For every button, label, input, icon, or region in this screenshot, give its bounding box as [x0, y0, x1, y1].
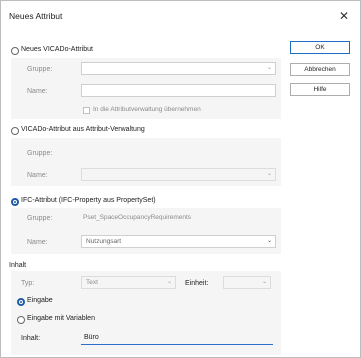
chevron-down-icon: ⌄	[261, 279, 267, 285]
ok-button[interactable]: OK	[290, 41, 350, 54]
radio-existing-vicado-attribute[interactable]	[11, 127, 19, 135]
ifc-group-value: Pset_SpaceOccupancyRequirements	[83, 214, 192, 221]
radio-ifc-attribute[interactable]	[11, 198, 19, 206]
ifc-name-label: Name:	[27, 239, 48, 246]
radio-input[interactable]	[17, 298, 25, 306]
radio-input-with-variables-label: Eingabe mit Variablen	[27, 315, 95, 322]
type-value: Text	[86, 279, 98, 286]
radio-ifc-attribute-label: IFC-Attribut (IFC-Property aus PropertyS…	[21, 197, 156, 204]
radio-existing-vicado-attribute-label: VICADo-Attribut aus Attribut-Verwaltung	[21, 126, 145, 133]
unit-select[interactable]: ⌄	[223, 276, 271, 289]
radio-new-vicado-attribute[interactable]	[11, 47, 19, 55]
new-name-input[interactable]	[81, 84, 276, 97]
help-button[interactable]: Hilfe	[290, 83, 350, 96]
existing-group-label: Gruppe:	[27, 150, 53, 157]
radio-input-label: Eingabe	[27, 297, 53, 304]
chevron-down-icon: ⌄	[266, 65, 272, 71]
ifc-name-select[interactable]: Nutzungsart ⌄	[81, 235, 276, 248]
title-bar: Neues Attribut ✕	[1, 1, 360, 31]
value-label: Inhalt:	[21, 335, 41, 342]
adopt-in-attribute-management-checkbox[interactable]	[83, 107, 90, 114]
cancel-button[interactable]: Abbrechen	[290, 63, 350, 76]
radio-input-with-variables[interactable]	[17, 316, 25, 324]
value-input[interactable]: Büro	[84, 334, 99, 341]
chevron-down-icon: ⌄	[166, 279, 172, 285]
chevron-down-icon: ⌄	[266, 171, 272, 177]
existing-name-select[interactable]: ⌄	[81, 168, 276, 181]
content-section-label: Inhalt	[9, 262, 27, 269]
dialog-title: Neues Attribut	[9, 11, 63, 21]
radio-new-vicado-attribute-label: Neues VICADo-Attribut	[21, 46, 93, 53]
ifc-name-value: Nutzungsart	[86, 238, 122, 245]
unit-label: Einheit:	[185, 280, 209, 287]
existing-name-label: Name:	[27, 172, 48, 179]
new-group-select[interactable]: ⌄	[81, 62, 276, 75]
new-group-label: Gruppe:	[27, 66, 53, 73]
ifc-group-label: Gruppe:	[27, 215, 53, 222]
chevron-down-icon: ⌄	[266, 238, 272, 244]
close-icon[interactable]: ✕	[336, 8, 352, 24]
adopt-checkbox-label: In die Attributverwaltung übernehmen	[93, 106, 201, 113]
new-name-label: Name:	[27, 88, 48, 95]
dialog-window: Neues Attribut ✕ Neues VICADo-Attribut G…	[0, 0, 361, 358]
type-label: Typ:	[21, 280, 35, 287]
value-input-underline	[81, 344, 273, 345]
type-select[interactable]: Text ⌄	[81, 276, 176, 289]
